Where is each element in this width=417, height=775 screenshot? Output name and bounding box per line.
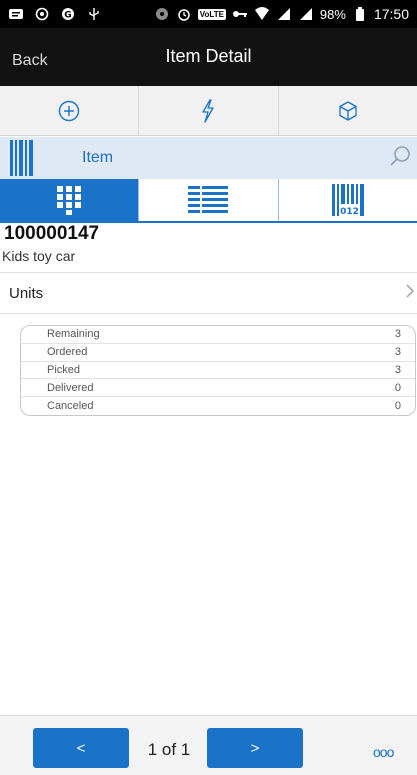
battery-percent: 98% — [319, 6, 346, 22]
quantity-row-ordered: Ordered 3 — [21, 344, 415, 362]
list-icon — [188, 186, 229, 213]
quantity-value: 3 — [394, 346, 401, 359]
volte-badge: VoLTE — [197, 8, 226, 20]
wifi-icon — [254, 7, 270, 21]
quantity-label: Ordered — [47, 346, 88, 359]
quantity-row-delivered: Delivered 0 — [21, 379, 415, 398]
cube-icon — [339, 100, 357, 121]
package-button[interactable] — [279, 86, 417, 135]
quantity-label: Picked — [47, 363, 81, 376]
message-icon — [8, 7, 24, 21]
battery-icon — [352, 7, 368, 21]
barcode-icon — [10, 140, 33, 176]
alarm-icon — [176, 7, 192, 21]
app-icon: G — [60, 7, 76, 21]
svg-text:012: 012 — [340, 207, 359, 217]
lightning-icon — [202, 98, 215, 123]
view-tabs: 012 — [0, 179, 417, 223]
more-options-button[interactable]: ooo — [373, 744, 394, 760]
page-indicator: 1 of 1 — [147, 740, 191, 759]
quantity-value: 0 — [394, 400, 401, 413]
quantity-label: Delivered — [47, 381, 94, 394]
quantity-value: 3 — [394, 328, 401, 341]
previous-button[interactable]: < — [33, 728, 129, 768]
tab-list[interactable] — [139, 179, 279, 221]
quantity-value: 0 — [394, 381, 401, 394]
next-button[interactable]: > — [207, 728, 303, 768]
quantity-value: 3 — [394, 363, 401, 376]
quick-action-button[interactable] — [139, 86, 279, 135]
action-toolbar — [0, 86, 417, 136]
signal-icon — [276, 7, 292, 21]
units-label: Units — [9, 284, 44, 302]
plus-circle-icon — [58, 100, 80, 121]
scan-bar[interactable]: Item — [0, 137, 417, 179]
usb-icon — [86, 7, 102, 21]
quantities-table: Remaining 3 Ordered 3 Picked 3 Delivered… — [20, 325, 416, 416]
clock: 17:50 — [373, 6, 409, 22]
keypad-icon — [57, 186, 82, 215]
key-icon — [232, 7, 248, 21]
svg-text:G: G — [64, 11, 71, 21]
scan-field-label: Item — [82, 149, 114, 166]
quantity-label: Canceled — [47, 400, 94, 413]
chevron-right-icon — [405, 283, 415, 304]
pagination-bar: < 1 of 1 > ooo — [0, 715, 417, 775]
page-title: Item Detail — [165, 46, 252, 66]
add-button[interactable] — [0, 86, 140, 135]
quantity-row-remaining: Remaining 3 — [21, 326, 415, 344]
status-bar: G VoLTE 98% 17:50 — [0, 0, 417, 28]
quantity-row-picked: Picked 3 — [21, 362, 415, 380]
barcode-012-icon: 012 — [331, 184, 364, 217]
title-bar: Back Item Detail — [0, 28, 417, 86]
quantity-row-canceled: Canceled 0 — [21, 397, 415, 415]
signal-icon-2 — [298, 7, 314, 21]
search-button[interactable] — [389, 144, 413, 173]
tab-keypad[interactable] — [0, 179, 140, 221]
tab-barcode[interactable]: 012 — [278, 179, 417, 221]
whatsapp-icon — [34, 7, 50, 21]
search-icon — [390, 145, 410, 166]
item-description: Kids toy car — [2, 248, 76, 264]
units-row[interactable]: Units — [0, 272, 417, 314]
item-number: 100000147 — [4, 223, 100, 244]
vpn-icon — [154, 7, 170, 21]
quantity-label: Remaining — [47, 328, 100, 341]
